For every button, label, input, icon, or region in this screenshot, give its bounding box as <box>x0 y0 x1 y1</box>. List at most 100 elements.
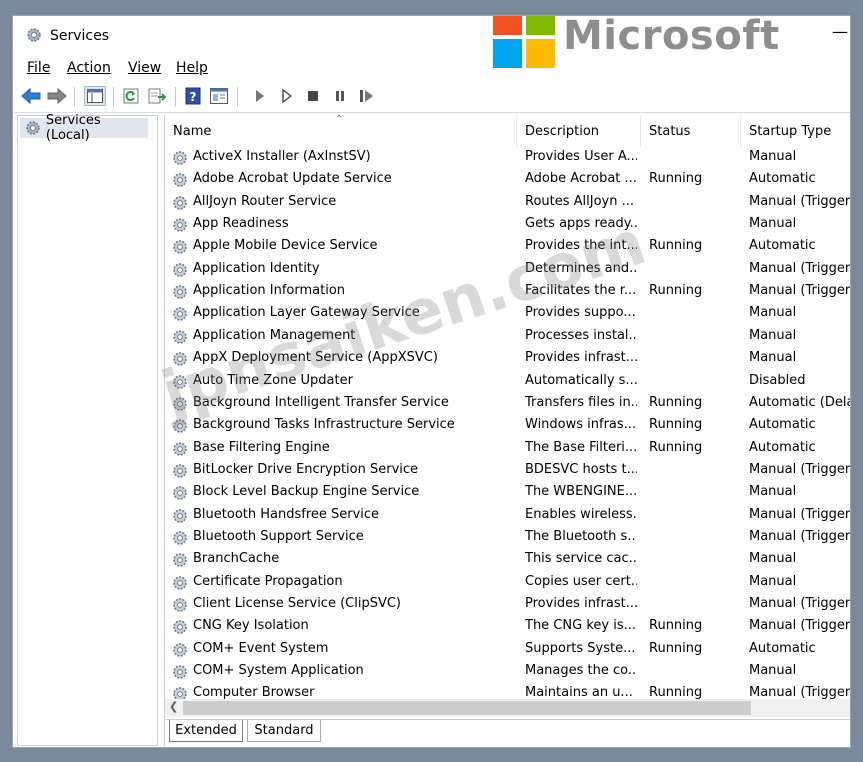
menu-bar: File Action View Help <box>13 58 850 80</box>
service-status: Running <box>649 439 703 455</box>
service-name: Bluetooth Handsfree Service <box>193 506 380 522</box>
console-tree-icon[interactable] <box>84 86 106 106</box>
tab-extended[interactable]: Extended <box>169 720 243 742</box>
table-row[interactable]: Background Tasks Infrastructure Service W… <box>165 415 850 437</box>
table-row[interactable]: Client License Service (ClipSVC) Provides… <box>165 594 851 616</box>
service-description: Gets apps ready... <box>525 216 637 232</box>
start-service-icon[interactable] <box>250 86 270 106</box>
service-name: BitLocker Drive Encryption Service <box>193 461 419 477</box>
service-name: CNG Key Isolation <box>193 618 309 634</box>
column-header-startup-type[interactable]: Startup Type <box>741 115 850 147</box>
table-row[interactable]: Application Management Processes instal..… <box>165 326 850 348</box>
table-row[interactable]: COM+ Event System Supports Syste... Runnin… <box>165 639 850 661</box>
stop-service-icon[interactable] <box>303 86 323 106</box>
menu-help[interactable]: Help <box>176 60 208 76</box>
service-startup-type: Manual (Trigger S <box>749 506 851 522</box>
title-bar: Services Microsoft — <box>13 16 850 68</box>
gear-icon <box>26 121 40 135</box>
service-name: Application Identity <box>193 260 320 276</box>
minimize-button[interactable]: — <box>832 22 848 42</box>
toolbar: ? <box>13 82 850 113</box>
back-arrow-icon[interactable] <box>21 86 41 106</box>
table-row[interactable]: Auto Time Zone Updater Automatically s...… <box>165 371 850 393</box>
tree-item-services-local[interactable]: Services (Local) <box>20 113 148 143</box>
service-description: Processes instal... <box>525 327 637 343</box>
table-row[interactable]: Background Intelligent Transfer Service T… <box>165 393 850 415</box>
table-row[interactable]: BitLocker Drive Encryption Service BDESVC… <box>165 460 850 482</box>
table-row[interactable]: AllJoyn Router Service Routes AllJoyn ...… <box>165 192 851 214</box>
menu-file[interactable]: File <box>27 60 50 76</box>
service-description: Routes AllJoyn ... <box>525 193 635 209</box>
service-name: ActiveX Installer (AxInstSV) <box>193 149 371 164</box>
service-status: Running <box>649 417 703 433</box>
menu-action[interactable]: Action <box>67 60 111 76</box>
table-row[interactable]: ActiveX Installer (AxInstSV) Provides Use… <box>165 147 850 169</box>
service-name: Application Layer Gateway Service <box>193 305 420 321</box>
service-startup-type: Manual (Trigger S <box>749 260 851 276</box>
gear-icon <box>173 419 187 433</box>
service-startup-type: Manual <box>749 216 797 232</box>
pause-service-icon[interactable] <box>330 86 350 106</box>
gear-icon <box>173 240 187 255</box>
table-row[interactable]: Application Layer Gateway Service Provide… <box>165 303 850 325</box>
service-description: Enables wireless... <box>525 506 637 522</box>
table-row[interactable]: Certificate Propagation Copies user cert.… <box>165 572 850 594</box>
service-name: Certificate Propagation <box>193 573 343 589</box>
gear-icon <box>173 642 187 657</box>
service-startup-type: Manual (Trigger S <box>749 193 851 209</box>
restart-service-icon[interactable] <box>357 86 377 106</box>
console-tree: Services (Local) <box>17 113 158 746</box>
service-description: Transfers files in... <box>525 394 637 410</box>
service-name: Base Filtering Engine <box>193 439 330 455</box>
column-header-name[interactable]: Name <box>165 115 517 147</box>
forward-arrow-icon[interactable] <box>47 86 67 106</box>
gear-icon <box>173 285 187 299</box>
service-name: Apple Mobile Device Service <box>193 238 378 254</box>
view-tabs: Extended Standard <box>165 719 850 746</box>
properties-icon[interactable] <box>209 86 229 106</box>
scrollbar-thumb[interactable] <box>183 701 751 715</box>
table-row[interactable]: Bluetooth Support Service The Bluetooth s… <box>165 527 850 549</box>
table-row[interactable]: Adobe Acrobat Update Service Adobe Acroba… <box>165 169 850 191</box>
gear-icon <box>173 195 187 210</box>
start-alt-icon[interactable] <box>277 86 297 106</box>
table-row[interactable]: Apple Mobile Device Service Provides the … <box>165 236 850 258</box>
services-list: ⌃ Name Description Status Startup Type A… <box>164 114 851 746</box>
gear-icon <box>173 262 187 277</box>
menu-view[interactable]: View <box>128 60 161 76</box>
column-header-description[interactable]: Description <box>517 115 641 147</box>
service-startup-type: Automatic <box>749 417 816 433</box>
service-name: AppX Deployment Service (AppXSVC) <box>193 350 438 366</box>
service-startup-type: Manual <box>749 484 797 500</box>
service-description: This service cac... <box>525 551 637 567</box>
service-description: Adobe Acrobat ... <box>525 171 637 187</box>
gear-icon <box>173 352 187 366</box>
gear-icon <box>173 553 187 568</box>
service-description: The WBENGINE... <box>525 484 637 500</box>
service-startup-type: Manual (Trigger S <box>749 596 851 611</box>
help-icon[interactable]: ? <box>183 86 203 106</box>
table-row[interactable]: Block Level Backup Engine Service The WBE… <box>165 482 850 504</box>
table-row[interactable]: AppX Deployment Service (AppXSVC) Provide… <box>165 348 850 370</box>
tab-standard[interactable]: Standard <box>247 720 321 742</box>
table-row[interactable]: App Readiness Gets apps ready... Manual <box>165 214 850 236</box>
export-list-icon[interactable] <box>147 86 167 106</box>
table-row[interactable]: COM+ System Application Manages the co...… <box>165 661 850 683</box>
table-row[interactable]: CNG Key Isolation The CNG key is... Runnin… <box>165 616 850 638</box>
services-window: Services Microsoft — File Action View He… <box>12 15 851 748</box>
service-status: Running <box>649 171 703 187</box>
table-row[interactable]: Base Filtering Engine The Base Filteri...… <box>165 438 850 460</box>
service-description: Copies user cert... <box>525 573 637 589</box>
gear-icon <box>173 464 187 478</box>
horizontal-scrollbar[interactable]: ❮ <box>165 699 850 717</box>
table-row[interactable]: Bluetooth Handsfree Service Enables wirel… <box>165 505 851 527</box>
gear-icon <box>173 508 187 523</box>
refresh-icon[interactable] <box>121 86 141 106</box>
table-row[interactable]: Application Information Facilitates the r… <box>165 281 850 303</box>
service-status: Running <box>649 283 703 299</box>
table-row[interactable]: BranchCache This service cac... Manual <box>165 549 850 571</box>
table-row[interactable]: Application Identity Determines and... Man… <box>165 259 851 281</box>
service-description: The Bluetooth s... <box>525 528 637 544</box>
scroll-left-icon[interactable]: ❮ <box>169 700 178 713</box>
column-header-status[interactable]: Status <box>641 115 741 147</box>
